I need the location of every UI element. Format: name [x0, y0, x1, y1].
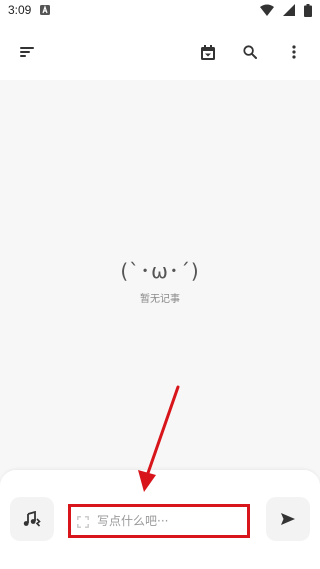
menu-button[interactable] — [16, 40, 40, 64]
note-input[interactable] — [97, 509, 245, 533]
search-button[interactable] — [238, 40, 262, 64]
empty-kaomoji: (`･ω･´) — [120, 259, 200, 283]
more-options-button[interactable] — [282, 40, 306, 64]
note-input-box — [68, 504, 250, 538]
music-button[interactable] — [10, 497, 54, 541]
signal-icon — [282, 4, 295, 16]
status-time: 3:09 — [8, 3, 32, 17]
notification-a-icon — [40, 5, 50, 15]
empty-state: (`･ω･´) 暂无记事 — [0, 255, 320, 305]
battery-icon — [304, 4, 312, 17]
send-button[interactable] — [266, 497, 310, 541]
empty-message: 暂无记事 — [140, 294, 180, 305]
calendar-icon — [201, 44, 215, 60]
menu-icon — [20, 47, 34, 57]
status-bar: 3:09 — [0, 0, 320, 24]
more-vert-icon — [292, 45, 296, 59]
wifi-icon — [259, 4, 274, 16]
top-app-bar — [0, 24, 320, 80]
expand-icon[interactable] — [77, 516, 89, 528]
send-icon — [281, 513, 295, 525]
music-icon — [23, 511, 41, 527]
search-icon — [243, 45, 257, 59]
status-icons — [256, 4, 312, 18]
calendar-button[interactable] — [196, 40, 220, 64]
